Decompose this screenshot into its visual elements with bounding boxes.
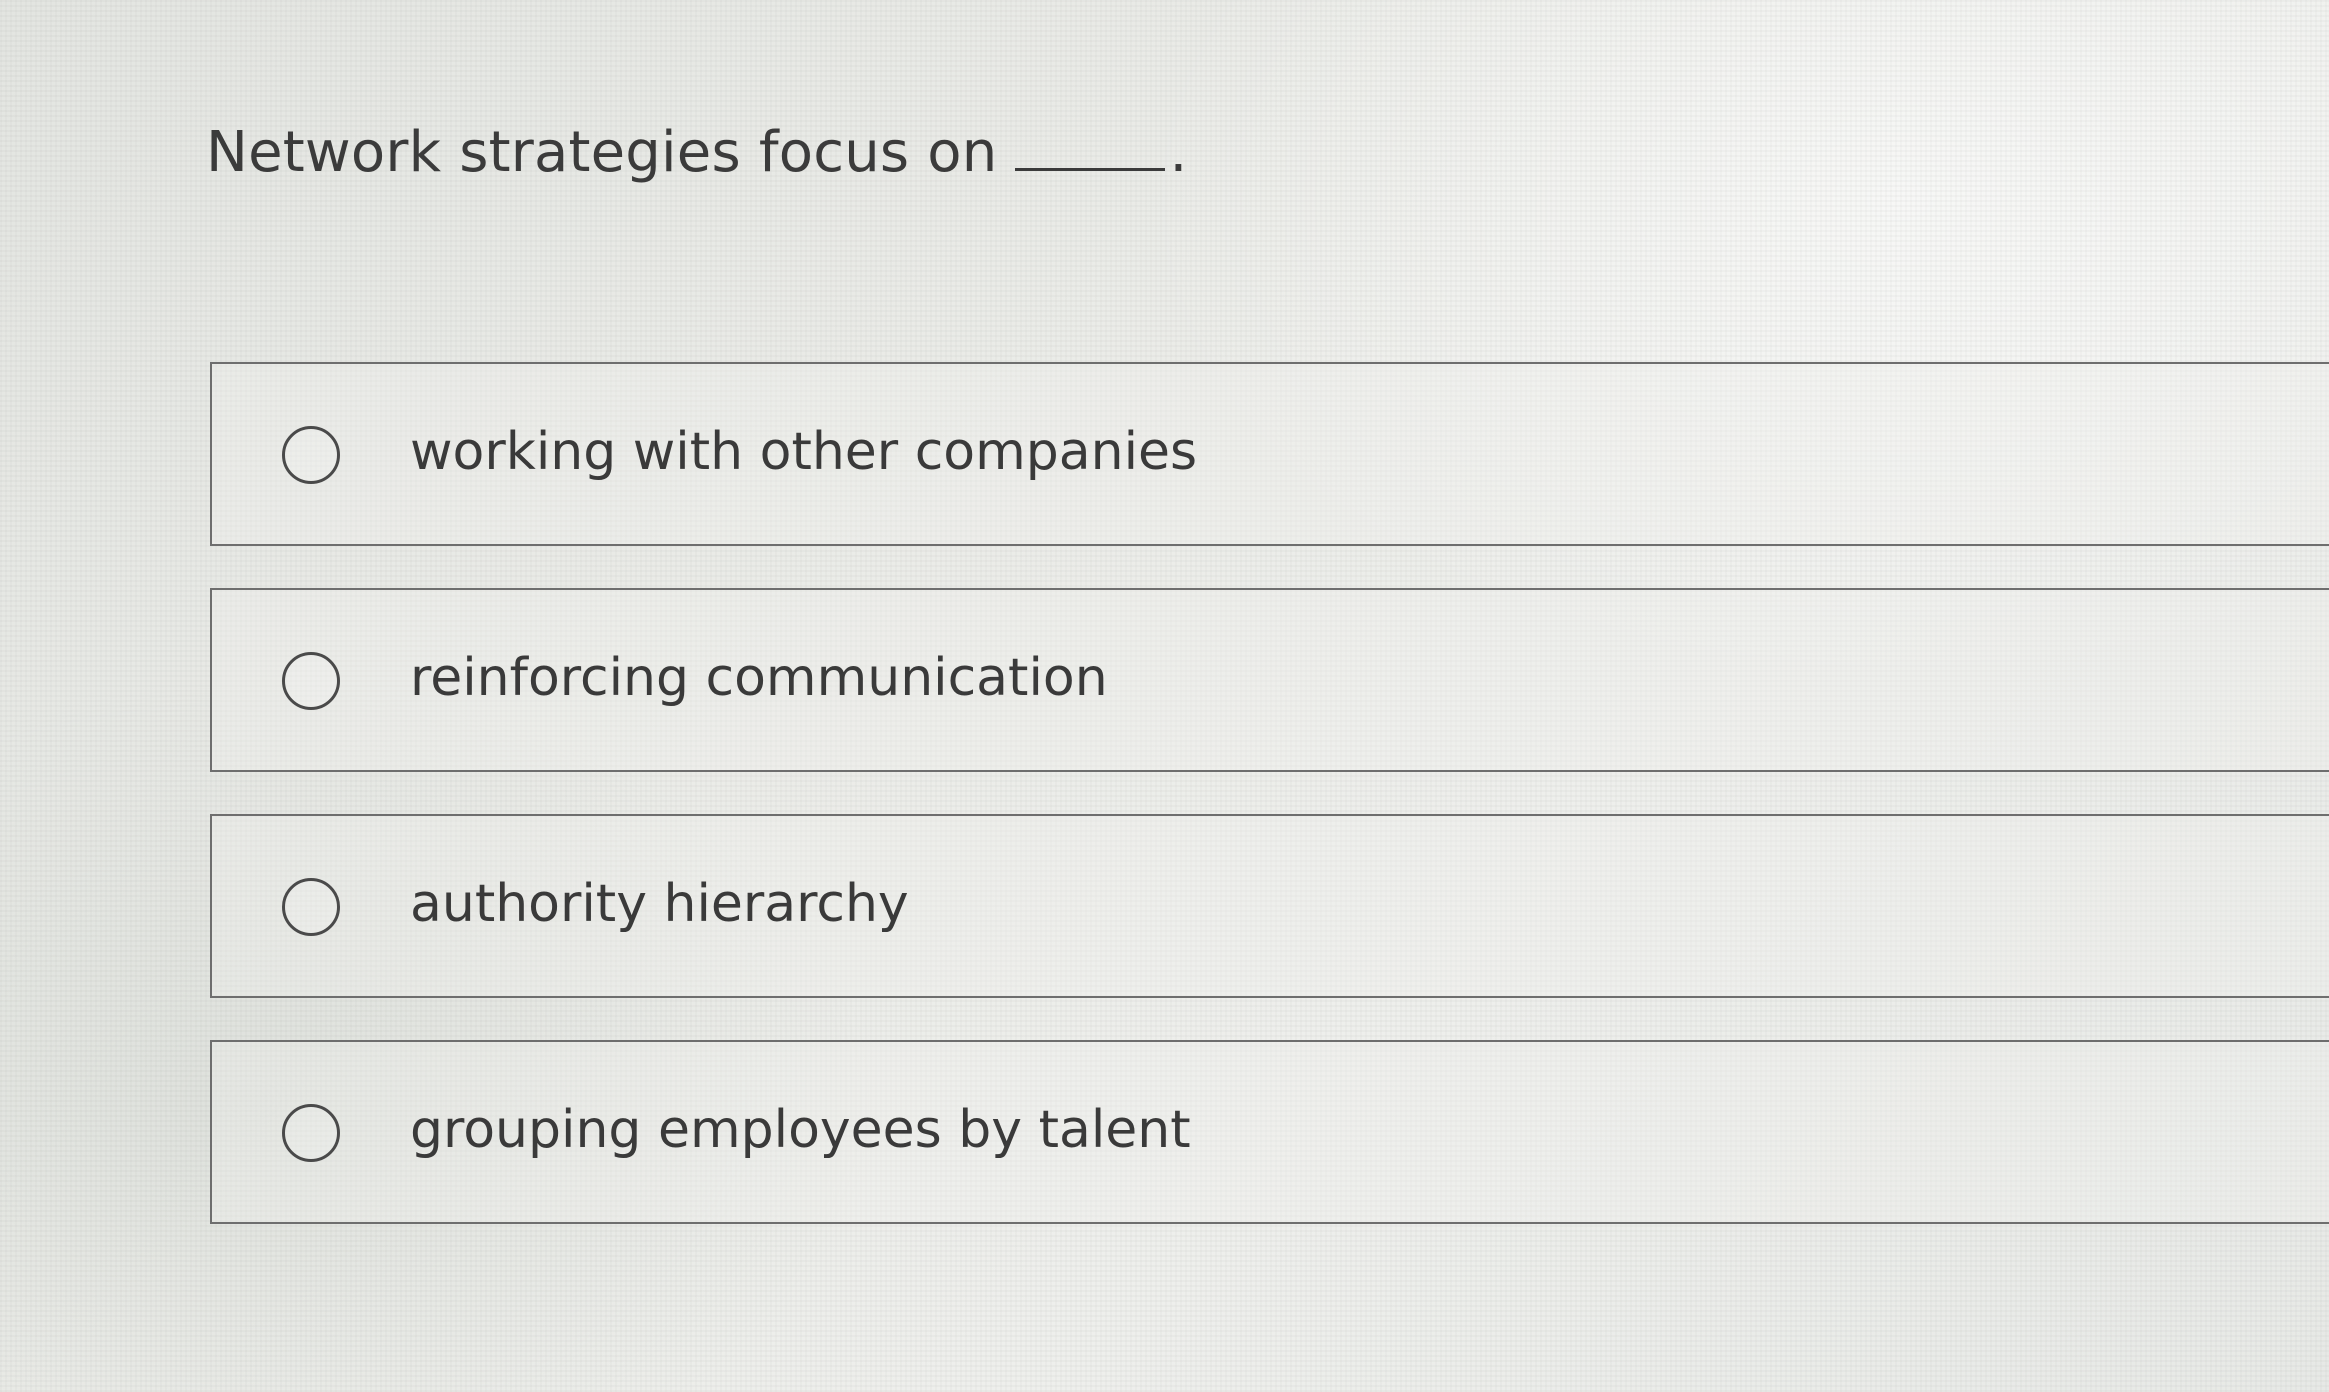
radio-unselected-icon[interactable] [282, 652, 340, 710]
answer-option-4[interactable]: grouping employees by talent [210, 1040, 2329, 1224]
question-period: . [1169, 120, 1188, 185]
answer-option-label: grouping employees by talent [410, 1100, 1191, 1160]
radio-unselected-icon[interactable] [282, 426, 340, 484]
radio-unselected-icon[interactable] [282, 878, 340, 936]
answer-option-label: authority hierarchy [410, 874, 909, 934]
answer-option-2[interactable]: reinforcing communication [210, 588, 2329, 772]
radio-unselected-icon[interactable] [282, 1104, 340, 1162]
answer-option-label: working with other companies [410, 422, 1198, 482]
answer-option-3[interactable]: authority hierarchy [210, 814, 2329, 998]
question-prompt: Network strategies focus on [206, 120, 998, 185]
answer-blank [1015, 167, 1166, 171]
question-text: Network strategies focus on. [206, 120, 1187, 185]
answer-option-label: reinforcing communication [410, 648, 1108, 708]
answer-option-1[interactable]: working with other companies [210, 362, 2329, 546]
